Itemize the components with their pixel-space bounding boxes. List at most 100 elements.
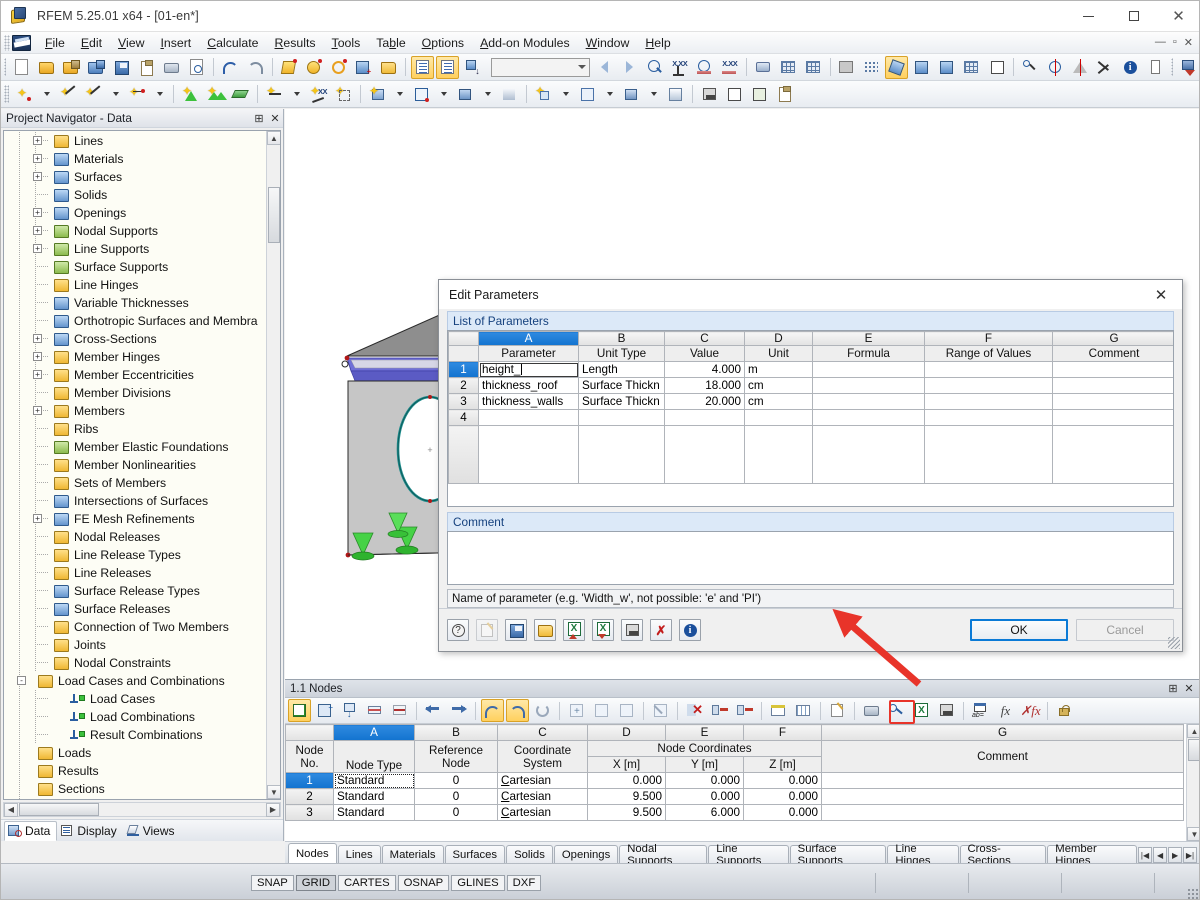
table-tab-line-supports[interactable]: Line Supports [708, 843, 789, 867]
nav-tab-views[interactable]: Views [123, 822, 181, 840]
col-letter-c[interactable]: C [497, 724, 588, 741]
cell-y[interactable]: 6.000 [665, 804, 744, 821]
results-icon[interactable] [723, 83, 746, 106]
param-col-letter-d[interactable]: D [744, 331, 813, 347]
settings-icon[interactable] [885, 699, 908, 722]
tree-expander-icon[interactable]: + [33, 136, 42, 145]
snap-grid-icon[interactable] [777, 56, 800, 79]
mdi-close-button[interactable]: ✕ [1182, 36, 1195, 49]
param-col-letter-b[interactable]: B [578, 331, 665, 347]
fe-mesh-icon[interactable] [960, 56, 983, 79]
toolbar-grip-2[interactable] [1170, 58, 1173, 76]
render-icon[interactable] [752, 56, 775, 79]
hscroll-thumb[interactable] [19, 803, 99, 816]
tree-expander-icon[interactable]: + [33, 352, 42, 361]
param-cell-value[interactable]: 20.000 [664, 393, 745, 411]
col-letter-a[interactable]: A [333, 724, 415, 741]
toolbar2-grip[interactable] [4, 85, 9, 103]
tree-item-loads[interactable]: Loads [4, 744, 266, 762]
mirror-icon[interactable] [1069, 56, 1092, 79]
select-window-icon[interactable]: + [352, 56, 375, 79]
tree-item-surface-supports[interactable]: Surface Supports [4, 258, 266, 276]
table-vscrollbar[interactable]: ▲ ▼ [1186, 724, 1199, 841]
navigator-hscrollbar[interactable]: ◀ ▶ [3, 802, 281, 817]
param-col-letter-e[interactable]: E [812, 331, 925, 347]
insert-row-icon[interactable]: + [313, 699, 336, 722]
param-cell-range[interactable] [924, 425, 1053, 485]
new-surface-dropdown-icon[interactable] [391, 86, 408, 102]
tree-item-ribs[interactable]: Ribs [4, 420, 266, 438]
table-tab-materials[interactable]: Materials [381, 845, 444, 863]
menu-table[interactable]: Table [368, 33, 413, 53]
edit-cell-icon[interactable] [826, 699, 849, 722]
param-cell-unit[interactable]: cm [744, 393, 813, 411]
param-col-letter-f[interactable]: F [924, 331, 1053, 347]
excel-export-icon[interactable] [1177, 56, 1199, 79]
measure-icon[interactable] [1019, 56, 1042, 79]
tree-expander-icon[interactable]: + [33, 208, 42, 217]
menu-file[interactable]: FFileile [37, 33, 73, 53]
tree-expander-icon[interactable]: + [33, 406, 42, 415]
param-cell-range[interactable] [924, 377, 1053, 395]
tree-item-member-hinges[interactable]: + Member Hinges [4, 348, 266, 366]
dialog-resize-grip[interactable] [1168, 637, 1180, 649]
tree-item-materials[interactable]: + Materials [4, 150, 266, 168]
cell-coordinate-system[interactable]: Cartesian [497, 804, 588, 821]
next-icon[interactable] [618, 56, 641, 79]
delete-row-icon[interactable] [590, 699, 613, 722]
tree-item-member-nonlinearities[interactable]: Member Nonlinearities [4, 456, 266, 474]
redo-icon[interactable] [506, 699, 529, 722]
param-cell-value[interactable] [664, 425, 745, 485]
status-toggle-glines[interactable]: GLINES [451, 874, 505, 891]
tree-expander-icon[interactable]: + [33, 172, 42, 181]
cell-comment[interactable] [821, 804, 1184, 821]
tree-expander-icon[interactable]: + [33, 514, 42, 523]
param-cell-comment[interactable] [1052, 377, 1173, 395]
nav-tab-display[interactable]: Display [57, 822, 122, 840]
window-resize-grip[interactable] [1187, 888, 1199, 899]
tree-item-fe-mesh-refinements[interactable]: + FE Mesh Refinements [4, 510, 266, 528]
cell-y[interactable]: 0.000 [665, 788, 744, 805]
table-tab-nodal-supports[interactable]: Nodal Supports [619, 843, 708, 867]
param-cell-unit-type[interactable]: Surface Thickn [578, 377, 665, 395]
copy-window-icon[interactable] [377, 56, 400, 79]
param-row[interactable]: 1 height_ Length 4.000 m [448, 361, 1173, 379]
param-cell-range[interactable] [924, 393, 1053, 411]
tree-expander-icon[interactable]: - [17, 676, 26, 685]
param-row-number[interactable] [448, 425, 479, 485]
nav-tab-data[interactable]: Data [4, 820, 58, 841]
cell-reference-node[interactable]: 0 [414, 804, 498, 821]
tree-item-member-elastic-foundations[interactable]: Member Elastic Foundations [4, 438, 266, 456]
cell-comment[interactable] [821, 788, 1184, 805]
tab-nav-next-icon[interactable]: ▶ [1168, 847, 1183, 863]
cell-z[interactable]: 0.000 [743, 772, 822, 789]
scroll-left-icon[interactable]: ◀ [4, 802, 18, 817]
mesh-icon[interactable] [835, 56, 858, 79]
param-cell-value[interactable] [664, 409, 745, 427]
param-cell-formula[interactable] [812, 425, 925, 485]
axis-iso-icon[interactable] [885, 55, 909, 79]
navigator-tree[interactable]: + Lines + Materials + Surfaces Solids + Openings… [4, 131, 266, 799]
deformation-icon[interactable] [748, 83, 771, 106]
tree-item-joints[interactable]: Joints [4, 636, 266, 654]
param-cell-value[interactable]: 18.000 [664, 377, 745, 395]
axis-xz-icon[interactable] [910, 56, 933, 79]
new-line-support-icon[interactable]: ✦ [204, 83, 227, 106]
new-opening-icon[interactable] [410, 83, 433, 106]
dim-up-icon[interactable]: X.XX [718, 56, 741, 79]
zoom-icon[interactable] [643, 56, 666, 79]
new-node-dropdown-icon[interactable] [38, 86, 55, 102]
help-icon[interactable]: ? [447, 619, 469, 642]
param-cell-comment[interactable] [1052, 361, 1173, 379]
new-member-dropdown-icon[interactable] [288, 86, 305, 102]
cancel-button[interactable]: Cancel [1076, 619, 1174, 642]
param-cell-value[interactable]: 4.000 [664, 361, 745, 379]
param-cell-parameter[interactable] [478, 425, 579, 485]
select-line-icon[interactable] [277, 56, 300, 79]
pin-icon[interactable]: ⊞ [1165, 681, 1181, 697]
tree-item-line-supports[interactable]: + Line Supports [4, 240, 266, 258]
open-icon[interactable] [534, 619, 556, 642]
tree-expander-icon[interactable]: + [33, 154, 42, 163]
new-surface-icon[interactable]: ✦ [366, 83, 389, 106]
param-row-number[interactable]: 2 [448, 377, 479, 395]
